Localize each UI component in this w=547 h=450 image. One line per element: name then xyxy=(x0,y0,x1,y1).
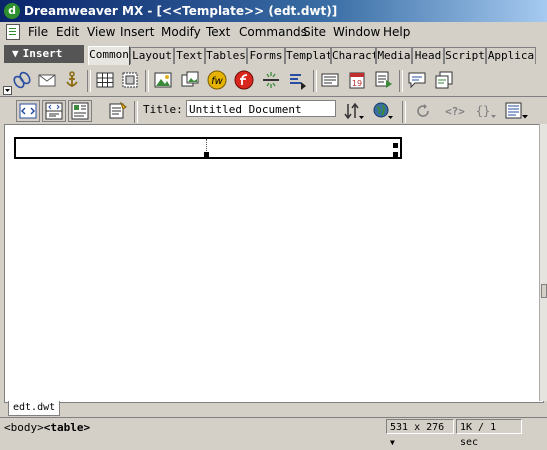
title-label: Title: xyxy=(143,103,183,116)
tab-forms[interactable]: Forms xyxy=(247,47,285,64)
tab-media[interactable]: Media xyxy=(376,47,412,64)
document-toolbar: Title: Untitled Document <?> {} xyxy=(0,96,547,125)
menu-insert[interactable]: Insert xyxy=(120,25,154,39)
status-bar: <body><table> 531 x 276 ▼ 1K / 1 sec xyxy=(0,417,547,448)
named-anchor-icon[interactable] xyxy=(62,70,82,90)
svg-text:19: 19 xyxy=(352,79,362,88)
window-size-selector[interactable]: 531 x 276 ▼ xyxy=(386,419,454,447)
rollover-image-icon[interactable] xyxy=(180,70,200,90)
email-link-icon[interactable] xyxy=(37,70,57,90)
toolbar-separator xyxy=(399,70,403,92)
tag-chooser-icon[interactable] xyxy=(288,70,308,90)
dreamweaver-logo-icon: d xyxy=(4,3,20,19)
fireworks-html-icon[interactable]: fw xyxy=(207,70,227,90)
menu-site[interactable]: Site xyxy=(303,25,326,39)
table-resize-handle[interactable] xyxy=(204,152,209,157)
horizontal-rule-icon[interactable] xyxy=(261,70,281,90)
document-icon[interactable] xyxy=(6,24,20,40)
menu-window[interactable]: Window xyxy=(333,25,380,39)
insert-panel-header[interactable]: ▼ Insert xyxy=(4,45,84,63)
menu-file[interactable]: File xyxy=(28,25,48,39)
menu-edit[interactable]: Edit xyxy=(56,25,79,39)
menu-help[interactable]: Help xyxy=(383,25,410,39)
file-management-icon[interactable] xyxy=(343,101,365,121)
dropdown-arrow-icon: ▼ xyxy=(390,438,395,447)
small-down-arrow-icon[interactable] xyxy=(3,86,12,95)
template-icon[interactable] xyxy=(434,70,454,90)
tab-text[interactable]: Text xyxy=(174,47,205,64)
menu-commands[interactable]: Commands xyxy=(239,25,307,39)
hyperlink-icon[interactable] xyxy=(12,70,32,90)
insert-bar: ▼ Insert Common Layout Text Tables Forms … xyxy=(0,44,547,66)
toolbar-separator xyxy=(87,70,91,92)
insert-icons-row: fw 19 xyxy=(0,66,547,96)
code-view-icon xyxy=(19,103,37,119)
toolbar-separator xyxy=(145,70,149,92)
split-view-icon xyxy=(45,102,63,120)
window-title: Dreamweaver MX - [<<Template>> (edt.dwt)… xyxy=(24,4,338,18)
tab-application[interactable]: Applica xyxy=(486,47,536,64)
draw-layer-icon[interactable] xyxy=(120,70,140,90)
reference-icon[interactable]: <?> xyxy=(442,102,468,120)
insert-label: Insert xyxy=(22,47,63,60)
menu-modify[interactable]: Modify xyxy=(161,25,201,39)
server-side-include-icon[interactable] xyxy=(374,70,394,90)
tag-table[interactable]: <table> xyxy=(44,421,90,434)
menu-text[interactable]: Text xyxy=(206,25,230,39)
design-canvas[interactable] xyxy=(4,124,544,403)
svg-text:<?>: <?> xyxy=(445,105,465,118)
tag-body[interactable]: <body> xyxy=(4,421,44,434)
view-options-icon[interactable] xyxy=(504,101,530,121)
menu-view[interactable]: View xyxy=(87,25,115,39)
template-table[interactable] xyxy=(14,137,402,159)
window-size-label: 531 x 276 xyxy=(390,422,445,433)
refresh-icon[interactable] xyxy=(414,102,432,120)
svg-text:fw: fw xyxy=(211,76,224,87)
table-cell-divider xyxy=(206,139,207,153)
download-stats-label: 1K / 1 sec xyxy=(460,422,497,448)
tab-head[interactable]: Head xyxy=(412,47,444,64)
tab-templates[interactable]: Templat xyxy=(285,47,331,64)
date-icon[interactable]: 19 xyxy=(347,70,367,90)
comment-icon[interactable] xyxy=(320,70,340,90)
toolbar-separator xyxy=(402,101,406,123)
code-navigation-icon[interactable]: {} xyxy=(474,102,498,120)
toolbar-separator xyxy=(313,70,317,92)
scrollbar-thumb[interactable] xyxy=(541,284,547,298)
design-view-button[interactable] xyxy=(68,100,92,122)
vertical-scrollbar[interactable] xyxy=(539,124,547,401)
menu-bar: File Edit View Insert Modify Text Comman… xyxy=(0,22,547,42)
title-bar: d Dreamweaver MX - [<<Template>> (edt.dw… xyxy=(0,0,547,22)
tab-characters[interactable]: Charact xyxy=(331,47,376,64)
collapse-triangle-icon: ▼ xyxy=(12,47,19,60)
tab-script[interactable]: Script xyxy=(444,47,486,64)
insert-image-icon[interactable] xyxy=(153,70,173,90)
document-title-input[interactable]: Untitled Document xyxy=(186,100,336,117)
tag-selector: <body><table> xyxy=(4,421,90,434)
download-stats: 1K / 1 sec xyxy=(456,419,522,448)
table-resize-handle[interactable] xyxy=(393,143,398,148)
tab-layout[interactable]: Layout xyxy=(130,47,174,64)
live-data-view-icon[interactable] xyxy=(108,101,128,121)
insert-table-icon[interactable] xyxy=(95,70,115,90)
flash-icon[interactable] xyxy=(234,70,254,90)
toolbar-separator xyxy=(134,101,138,123)
design-view-icon xyxy=(71,102,89,120)
split-view-button[interactable] xyxy=(42,100,66,122)
tab-tables[interactable]: Tables xyxy=(205,47,247,64)
table-resize-handle[interactable] xyxy=(393,152,398,157)
document-tab-edt[interactable]: edt.dwt xyxy=(8,401,61,416)
svg-text:{}: {} xyxy=(476,104,490,118)
document-tabs: edt.dwt xyxy=(4,401,542,417)
preview-in-browser-icon[interactable] xyxy=(372,101,394,121)
speech-bubble-icon[interactable] xyxy=(407,70,427,90)
tab-common[interactable]: Common xyxy=(88,46,130,65)
code-view-button[interactable] xyxy=(16,100,40,122)
